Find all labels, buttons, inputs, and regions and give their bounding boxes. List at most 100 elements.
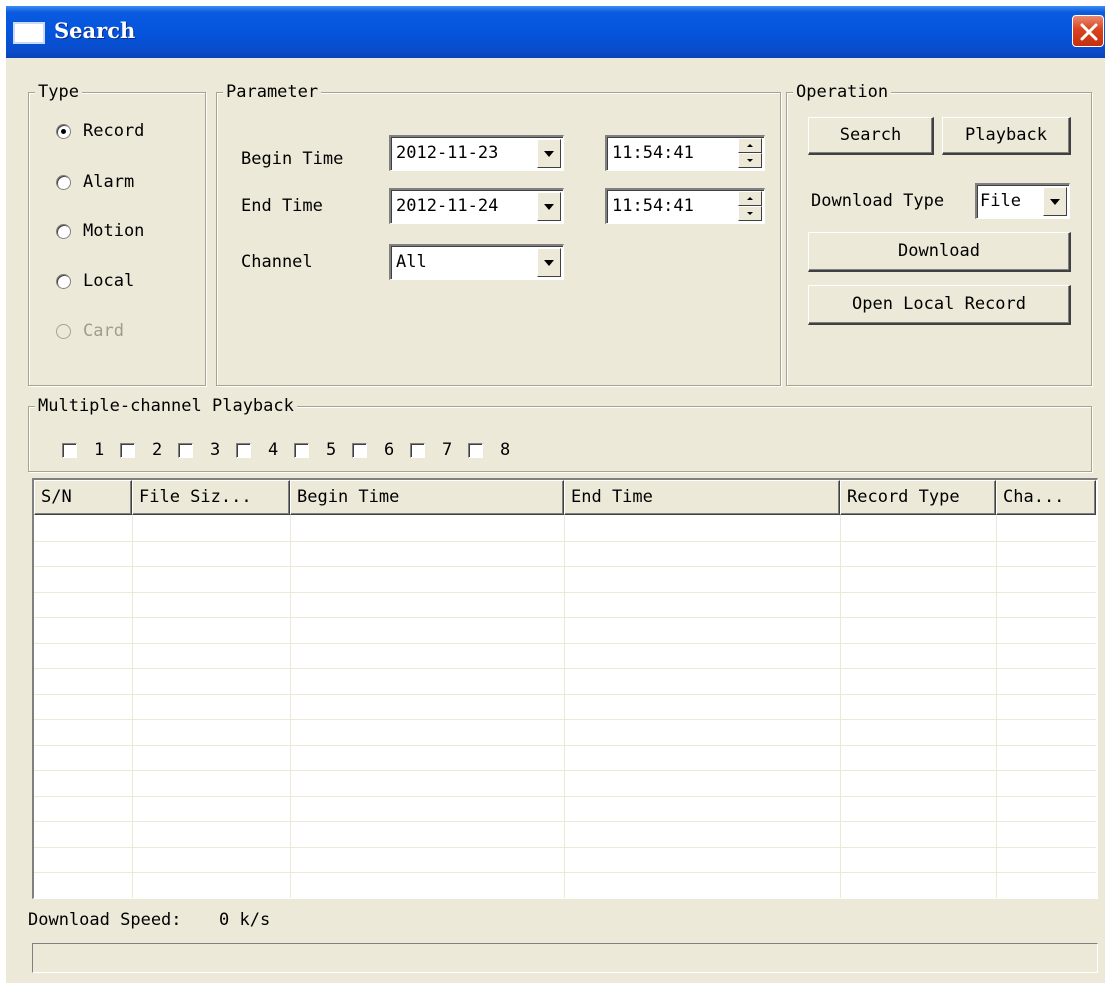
search-button-label: Search — [839, 125, 902, 145]
grid-row-line — [34, 744, 1096, 746]
radio-card — [56, 324, 71, 339]
spin-up-icon[interactable] — [738, 191, 762, 206]
radio-motion-label: Motion — [83, 221, 145, 241]
channel-3-checkbox[interactable] — [178, 443, 193, 458]
grid-row-line — [34, 617, 1096, 618]
grid-row-line — [34, 566, 1096, 567]
playback-button-label: Playback — [965, 125, 1047, 145]
channel-8-label: 8 — [500, 440, 511, 460]
radio-local[interactable] — [56, 274, 71, 289]
multi-channel-playback-group: Multiple-channel Playback 1 2 3 4 5 6 7 … — [28, 395, 1092, 472]
radio-alarm[interactable] — [56, 175, 71, 190]
type-group-legend: Type — [35, 81, 82, 103]
radio-record-label: Record — [83, 121, 145, 141]
grid-row-line — [34, 821, 1096, 822]
chevron-down-icon[interactable] — [1043, 187, 1067, 216]
channel-7-label: 7 — [442, 440, 453, 460]
grid-row-line — [34, 846, 1096, 848]
open-local-record-button[interactable]: Open Local Record — [808, 285, 1071, 325]
radio-card-label: Card — [83, 321, 124, 341]
close-icon — [1080, 23, 1098, 41]
chevron-down-icon[interactable] — [537, 248, 561, 277]
grid-column-line — [564, 515, 565, 898]
grid-column-line — [996, 515, 997, 898]
download-type-label: Download Type — [811, 191, 945, 211]
search-button[interactable]: Search — [808, 117, 934, 155]
begin-date-value: 2012-11-23 — [396, 143, 499, 163]
column-header-sn[interactable]: S/N — [34, 480, 132, 515]
chevron-down-icon[interactable] — [537, 192, 561, 221]
record-list-header: S/N File Siz... Begin Time End Time Reco… — [34, 480, 1097, 515]
begin-date-picker[interactable]: 2012-11-23 — [389, 135, 564, 171]
chevron-down-icon[interactable] — [537, 139, 561, 168]
parameter-group: Parameter Begin Time 2012-11-23 11:54:41… — [216, 81, 781, 386]
grid-row-line — [34, 540, 1096, 542]
spin-down-icon[interactable] — [738, 153, 762, 168]
grid-column-line — [132, 515, 133, 898]
radio-motion[interactable] — [56, 224, 71, 239]
type-group: Type Record Alarm Motion Local Card — [28, 81, 206, 386]
spin-up-icon[interactable] — [738, 138, 762, 153]
channel-3-label: 3 — [210, 440, 221, 460]
end-date-picker[interactable]: 2012-11-24 — [389, 188, 564, 224]
download-button[interactable]: Download — [808, 232, 1071, 272]
channel-label: Channel — [241, 252, 313, 272]
channel-1-label: 1 — [94, 440, 105, 460]
channel-7-checkbox[interactable] — [410, 443, 425, 458]
download-speed-value: 0 k/s — [219, 910, 271, 930]
channel-1-checkbox[interactable] — [62, 443, 77, 458]
open-local-record-label: Open Local Record — [852, 294, 1026, 314]
grid-row-line — [34, 719, 1096, 720]
grid-row-line — [34, 591, 1096, 593]
grid-row-line — [34, 795, 1096, 797]
begin-time-spinner[interactable]: 11:54:41 — [605, 135, 765, 171]
grid-column-line — [840, 515, 841, 898]
grid-row-line — [34, 693, 1096, 695]
radio-local-label: Local — [83, 271, 135, 291]
operation-group: Operation Search Playback Download Type … — [786, 81, 1092, 386]
window-icon — [13, 22, 45, 44]
column-header-record-type[interactable]: Record Type — [840, 480, 996, 515]
end-time-value: 11:54:41 — [612, 196, 694, 216]
radio-record[interactable] — [56, 124, 71, 139]
window-title: Search — [54, 18, 136, 43]
download-button-label: Download — [898, 241, 980, 261]
end-date-value: 2012-11-24 — [396, 196, 499, 216]
column-header-begin-time[interactable]: Begin Time — [290, 480, 564, 515]
channel-2-label: 2 — [152, 440, 163, 460]
radio-alarm-label: Alarm — [83, 172, 135, 192]
grid-row-line — [34, 872, 1096, 873]
channel-5-label: 5 — [326, 440, 337, 460]
end-time-label: End Time — [241, 196, 323, 216]
end-time-spinner[interactable]: 11:54:41 — [605, 188, 765, 224]
download-type-select[interactable]: File — [975, 183, 1070, 219]
channel-value: All — [396, 252, 427, 272]
grid-row-line — [34, 642, 1096, 644]
channel-6-label: 6 — [384, 440, 395, 460]
spin-down-icon[interactable] — [738, 206, 762, 221]
download-speed-label: Download Speed: — [28, 910, 182, 930]
channel-select[interactable]: All — [389, 244, 564, 280]
column-header-channel[interactable]: Cha... — [996, 480, 1096, 515]
column-header-end-time[interactable]: End Time — [564, 480, 840, 515]
grid-column-line — [290, 515, 291, 898]
channel-5-checkbox[interactable] — [294, 443, 309, 458]
record-list[interactable]: S/N File Siz... Begin Time End Time Reco… — [32, 478, 1098, 899]
begin-time-value: 11:54:41 — [612, 143, 694, 163]
grid-row-line — [34, 668, 1096, 669]
column-header-file-size[interactable]: File Siz... — [132, 480, 290, 515]
download-type-value: File — [980, 191, 1021, 211]
download-progress-bar — [32, 943, 1098, 973]
begin-time-label: Begin Time — [241, 149, 344, 169]
channel-4-checkbox[interactable] — [236, 443, 251, 458]
channel-8-checkbox[interactable] — [468, 443, 483, 458]
grid-row-line — [34, 770, 1096, 771]
operation-group-legend: Operation — [793, 81, 892, 103]
search-dialog: Search Type Record Alarm Motion Local Ca… — [6, 6, 1105, 983]
playback-button[interactable]: Playback — [942, 117, 1071, 155]
multi-channel-legend: Multiple-channel Playback — [35, 395, 297, 417]
channel-6-checkbox[interactable] — [352, 443, 367, 458]
close-button[interactable] — [1072, 15, 1104, 47]
channel-2-checkbox[interactable] — [120, 443, 135, 458]
title-bar[interactable]: Search — [6, 6, 1105, 58]
